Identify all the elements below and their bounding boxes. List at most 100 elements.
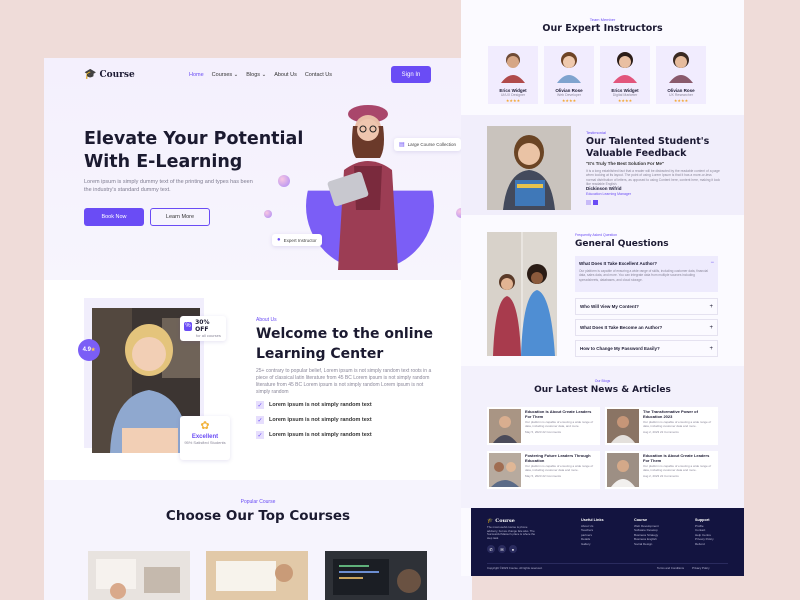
reviewer-name: Dickinson Wifrid [586, 186, 622, 191]
instructors-tag: Team Member [589, 17, 616, 22]
next-arrow-icon[interactable] [593, 200, 598, 205]
about-description: 25+ contrary to popular belief, Lorem ip… [256, 368, 432, 395]
course-card-image[interactable] [325, 551, 427, 600]
courses-tag: Popular Course [240, 499, 276, 505]
nav-courses[interactable]: Courses ⌄ [212, 72, 239, 78]
checklist-item: ✓ Lorem ipsum is not simply random text [256, 431, 372, 439]
news-image [607, 453, 639, 487]
faq-title: General Questions [575, 239, 669, 249]
mail-icon[interactable]: ✉ [498, 545, 506, 553]
footer-col-course: Course Web Development Software Develop … [634, 518, 659, 546]
badge-large-collection: ▤ Large Course Collection [394, 138, 461, 151]
instructor-card[interactable]: Erics Widget UI/UX Designer ★★★★ [488, 46, 538, 104]
instructor-card[interactable]: Erics Widget Digital Marketer ★★★★ [600, 46, 650, 104]
check-icon: ✓ [256, 401, 264, 409]
footer: 🎓 Course The most useful course is phone… [471, 508, 744, 576]
chat-icon[interactable]: ● [509, 545, 517, 553]
social-links: ✆ ✉ ● [487, 545, 517, 553]
excellent-badge: ✿ Excellent 95% Satisfied Students [180, 416, 230, 460]
star-icon: ★ [90, 347, 96, 353]
news-tag: Our Blogs [594, 379, 611, 383]
feedback-tag: Testimonial [586, 130, 607, 135]
hero-title: Elevate Your Potential With E-Learning [84, 129, 304, 172]
graduation-cap-icon: 🎓 [84, 69, 97, 80]
badge-expert-instructor: ● Expert Instructor [272, 234, 322, 246]
feedback-text: It is a long established fact that a rea… [586, 169, 720, 187]
decor-ball [264, 210, 272, 218]
footer-logo[interactable]: 🎓 Course [487, 518, 515, 524]
course-card-image[interactable] [206, 551, 308, 600]
news-image [607, 409, 639, 443]
chevron-down-icon: ⌄ [232, 72, 239, 78]
instructor-avatar [557, 52, 581, 83]
prev-arrow-icon[interactable] [586, 200, 591, 205]
trophy-icon: ✿ [200, 420, 210, 432]
news-card[interactable]: Education is About Create Leaders For Th… [605, 451, 718, 489]
instructor-avatar [669, 52, 693, 83]
tag-icon: % [184, 321, 193, 331]
main-nav: Home Courses ⌄ Blogs ⌄ About Us Contact … [189, 72, 332, 78]
discount-badge: % 30% OFF for all courses [180, 316, 226, 342]
about-title: Welcome to the online Learning Center [256, 326, 433, 362]
faq-item[interactable]: Who Will View My Content? + [575, 298, 718, 315]
courses-title: Choose Our Top Courses [165, 508, 351, 524]
nav-contact[interactable]: Contact Us [305, 72, 332, 78]
about-checklist: ✓ Lorem ipsum is not simply random text … [256, 401, 372, 439]
footer-col-support: Support Profile Contact Help Centre Priv… [695, 518, 714, 546]
news-card[interactable]: Education is About Create Leaders For Th… [487, 407, 600, 445]
footer-legal-links: Terms and Conditions Privacy Policy [657, 566, 710, 570]
phone-icon[interactable]: ✆ [487, 545, 495, 553]
faq-item[interactable]: How to Change My Password Easily? + [575, 340, 718, 357]
news-image [489, 409, 521, 443]
instructors-title: Our Expert Instructors [542, 23, 663, 34]
plus-icon[interactable]: + [709, 346, 713, 352]
faq-item-open[interactable]: What Does It Take Excellent Author? − Ou… [575, 256, 718, 292]
instructor-card[interactable]: Olivian Rose UX Researcher ★★★★ [656, 46, 706, 104]
check-icon: ✓ [256, 431, 264, 439]
news-title: Our Latest News & Articles [534, 385, 671, 395]
feedback-title: Our Talented Student's Valuable Feedback [586, 136, 710, 159]
stars: ★★★★ [505, 97, 521, 103]
nav-blogs[interactable]: Blogs ⌄ [246, 72, 266, 78]
landing-page-secondary: Team Member Our Expert Instructors Erics… [461, 0, 744, 576]
news-image [489, 453, 521, 487]
check-icon: ✓ [256, 416, 264, 424]
plus-icon[interactable]: + [709, 304, 713, 310]
user-icon: ● [277, 237, 281, 243]
graduation-cap-icon: 🎓 [487, 518, 494, 524]
hero-description: Lorem ipsum is simply dummy text of the … [84, 179, 253, 193]
hero-student-image [327, 105, 398, 270]
instructor-avatar [613, 52, 637, 83]
decor-ball [278, 175, 290, 187]
about-tag: About Us [256, 317, 277, 323]
faq-item[interactable]: What Does It Take Become an Author? + [575, 319, 718, 336]
chevron-down-icon: ⌄ [260, 72, 267, 78]
book-icon: ▤ [399, 142, 405, 148]
rating-badge: 4.9 ★ [78, 339, 100, 361]
footer-divider [487, 563, 728, 564]
landing-page-main: 🎓 Course Home Courses ⌄ Blogs ⌄ About Us… [44, 58, 472, 600]
nav-home[interactable]: Home [189, 72, 204, 78]
learn-more-button[interactable]: Learn More [150, 208, 210, 226]
reviewer-role: Education Learning Manager [586, 192, 631, 196]
checklist-item: ✓ Lorem ipsum is not simply random text [256, 416, 372, 424]
instructor-list: Erics Widget UI/UX Designer ★★★★ Olivian… [488, 46, 706, 104]
book-now-button[interactable]: Book Now [84, 208, 144, 226]
faq-tag: Frequently Asked Question [575, 233, 618, 237]
footer-description: The most useful course is phone advisory… [487, 525, 536, 540]
stars: ★★★★ [673, 97, 689, 103]
instructor-avatar [501, 53, 525, 83]
stars: ★★★★ [617, 97, 633, 103]
logo[interactable]: 🎓 Course [84, 69, 135, 80]
feedback-pager [586, 200, 598, 205]
minus-icon[interactable]: − [710, 260, 714, 266]
news-card[interactable]: The Transformative Power of Education 20… [605, 407, 718, 445]
footer-col-links: Useful Links About Us Teachers partners … [581, 518, 604, 546]
instructor-card[interactable]: Olivian Rose Web Developer ★★★★ [544, 46, 594, 104]
feedback-student-image [487, 126, 571, 210]
nav-about[interactable]: About Us [274, 72, 297, 78]
news-card[interactable]: Fostering Future Leaders Through Educati… [487, 451, 600, 489]
sign-in-button[interactable]: Sign In [391, 66, 431, 83]
course-card-image[interactable] [88, 551, 190, 600]
plus-icon[interactable]: + [709, 325, 713, 331]
